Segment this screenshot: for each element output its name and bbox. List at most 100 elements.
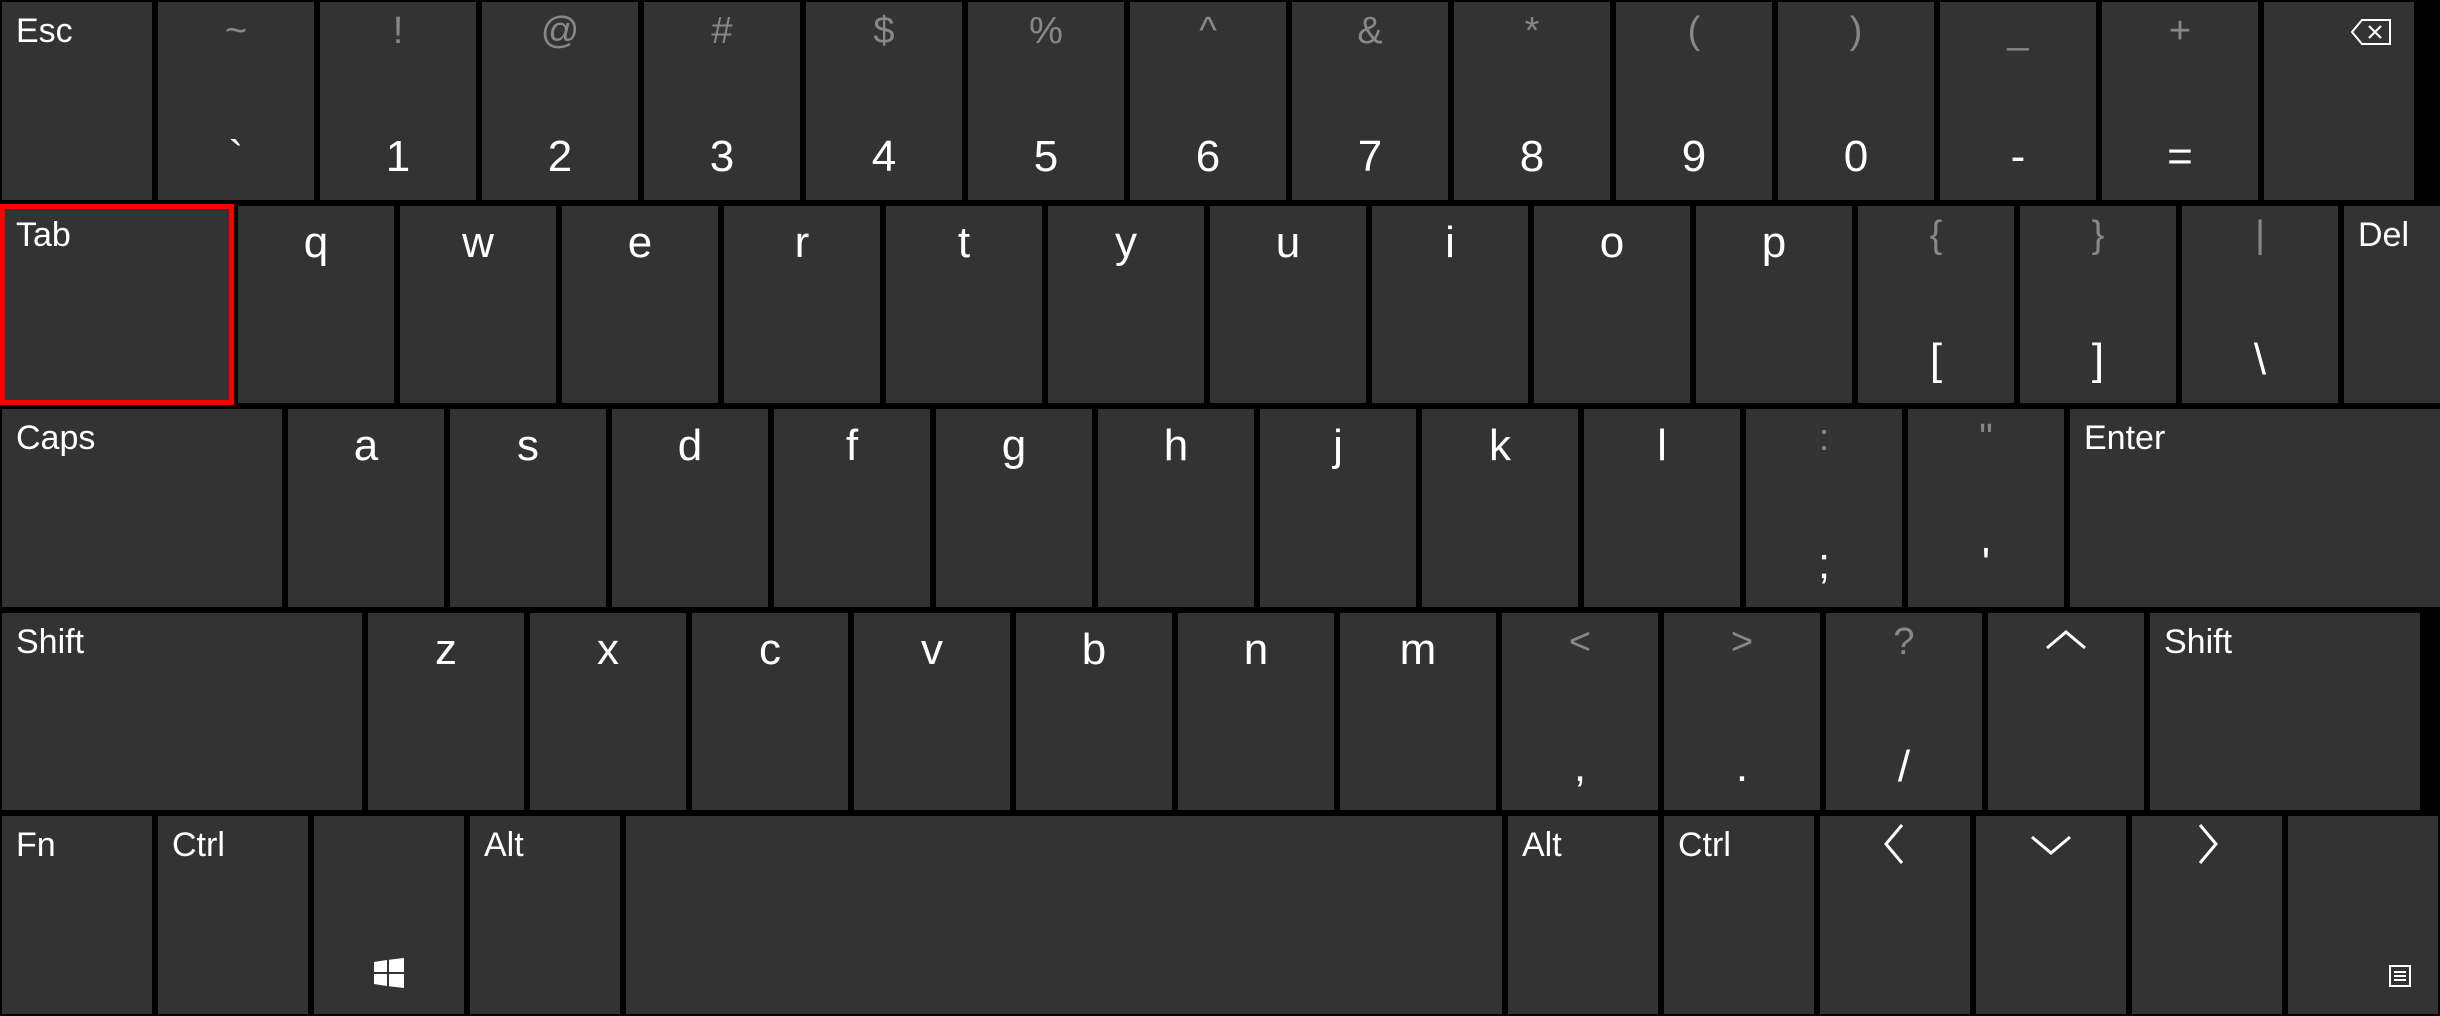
key-t[interactable]: t [886, 206, 1042, 404]
keyboard-row-3: Caps a s d f g h j k l : ; " ' Enter [2, 409, 2438, 607]
key-e[interactable]: e [562, 206, 718, 404]
key-m[interactable]: m [1340, 613, 1496, 811]
key-shift-char: @ [541, 10, 580, 53]
key-fn[interactable]: Fn [2, 816, 152, 1014]
key-arrow-up[interactable] [1988, 613, 2144, 811]
key-shift-char: * [1525, 10, 1540, 53]
key-s[interactable]: s [450, 409, 606, 607]
key-comma[interactable]: < , [1502, 613, 1658, 811]
key-right-bracket[interactable]: } ] [2020, 206, 2176, 404]
key-l[interactable]: l [1584, 409, 1740, 607]
key-6[interactable]: ^ 6 [1130, 2, 1286, 200]
key-shift-char: ? [1893, 621, 1914, 664]
key-shift-char: < [1569, 621, 1591, 664]
key-j[interactable]: j [1260, 409, 1416, 607]
key-v[interactable]: v [854, 613, 1010, 811]
key-shift-char: $ [873, 10, 894, 53]
key-shift-char: ~ [225, 10, 247, 53]
key-label: Shift [16, 623, 84, 662]
key-main-char: p [1762, 218, 1786, 268]
key-r[interactable]: r [724, 206, 880, 404]
key-main-char: r [795, 218, 810, 268]
key-period[interactable]: > . [1664, 613, 1820, 811]
chevron-left-icon [1880, 819, 1910, 869]
key-equals[interactable]: + = [2102, 2, 2258, 200]
key-esc[interactable]: Esc [2, 2, 152, 200]
on-screen-keyboard: Esc ~ ` ! 1 @ 2 # 3 $ 4 % 5 ^ 6 [0, 0, 2440, 1016]
key-main-char: 5 [1034, 132, 1058, 182]
key-enter[interactable]: Enter [2070, 409, 2440, 607]
key-right-alt[interactable]: Alt [1508, 816, 1658, 1014]
key-shift-char: " [1979, 417, 1993, 460]
key-f[interactable]: f [774, 409, 930, 607]
key-label: Tab [16, 216, 71, 255]
key-main-char: , [1574, 742, 1586, 792]
key-backslash[interactable]: | \ [2182, 206, 2338, 404]
key-b[interactable]: b [1016, 613, 1172, 811]
key-left-ctrl[interactable]: Ctrl [158, 816, 308, 1014]
key-delete[interactable]: Del [2344, 206, 2440, 404]
key-i[interactable]: i [1372, 206, 1528, 404]
key-shift-char: + [2169, 10, 2191, 53]
key-space[interactable] [626, 816, 1502, 1014]
key-minus[interactable]: _ - [1940, 2, 2096, 200]
key-right-ctrl[interactable]: Ctrl [1664, 816, 1814, 1014]
key-2[interactable]: @ 2 [482, 2, 638, 200]
menu-icon [2388, 964, 2412, 988]
key-1[interactable]: ! 1 [320, 2, 476, 200]
key-main-char: \ [2254, 335, 2266, 385]
key-windows[interactable] [314, 816, 464, 1014]
key-d[interactable]: d [612, 409, 768, 607]
key-main-char: ' [1982, 539, 1990, 589]
key-slash[interactable]: ? / [1826, 613, 1982, 811]
key-w[interactable]: w [400, 206, 556, 404]
key-shift-char: & [1357, 10, 1382, 53]
key-main-char: . [1736, 742, 1748, 792]
key-h[interactable]: h [1098, 409, 1254, 607]
key-u[interactable]: u [1210, 206, 1366, 404]
key-x[interactable]: x [530, 613, 686, 811]
key-main-char: 8 [1520, 132, 1544, 182]
key-semicolon[interactable]: : ; [1746, 409, 1902, 607]
key-p[interactable]: p [1696, 206, 1852, 404]
key-menu[interactable] [2288, 816, 2438, 1014]
key-tab[interactable]: Tab [2, 206, 232, 404]
key-left-shift[interactable]: Shift [2, 613, 362, 811]
key-main-char: q [304, 218, 328, 268]
key-shift-char: ( [1688, 10, 1701, 53]
key-main-char: w [462, 218, 494, 268]
key-backtick[interactable]: ~ ` [158, 2, 314, 200]
key-main-char: o [1600, 218, 1624, 268]
key-7[interactable]: & 7 [1292, 2, 1448, 200]
key-quote[interactable]: " ' [1908, 409, 2064, 607]
key-o[interactable]: o [1534, 206, 1690, 404]
key-z[interactable]: z [368, 613, 524, 811]
key-main-char: u [1276, 218, 1300, 268]
key-arrow-right[interactable] [2132, 816, 2282, 1014]
key-c[interactable]: c [692, 613, 848, 811]
key-a[interactable]: a [288, 409, 444, 607]
key-main-char: [ [1930, 335, 1942, 385]
key-g[interactable]: g [936, 409, 1092, 607]
key-3[interactable]: # 3 [644, 2, 800, 200]
key-y[interactable]: y [1048, 206, 1204, 404]
key-0[interactable]: ) 0 [1778, 2, 1934, 200]
key-right-shift[interactable]: Shift [2150, 613, 2420, 811]
key-q[interactable]: q [238, 206, 394, 404]
key-arrow-down[interactable] [1976, 816, 2126, 1014]
key-main-char: d [678, 421, 702, 471]
key-4[interactable]: $ 4 [806, 2, 962, 200]
key-main-char: 6 [1196, 132, 1220, 182]
chevron-up-icon [2041, 626, 2091, 656]
key-8[interactable]: * 8 [1454, 2, 1610, 200]
key-k[interactable]: k [1422, 409, 1578, 607]
key-left-alt[interactable]: Alt [470, 816, 620, 1014]
key-caps[interactable]: Caps [2, 409, 282, 607]
key-9[interactable]: ( 9 [1616, 2, 1772, 200]
key-5[interactable]: % 5 [968, 2, 1124, 200]
key-n[interactable]: n [1178, 613, 1334, 811]
key-arrow-left[interactable] [1820, 816, 1970, 1014]
keyboard-row-5: Fn Ctrl Alt Alt Ctrl [2, 816, 2438, 1014]
key-backspace[interactable] [2264, 2, 2414, 200]
key-left-bracket[interactable]: { [ [1858, 206, 2014, 404]
